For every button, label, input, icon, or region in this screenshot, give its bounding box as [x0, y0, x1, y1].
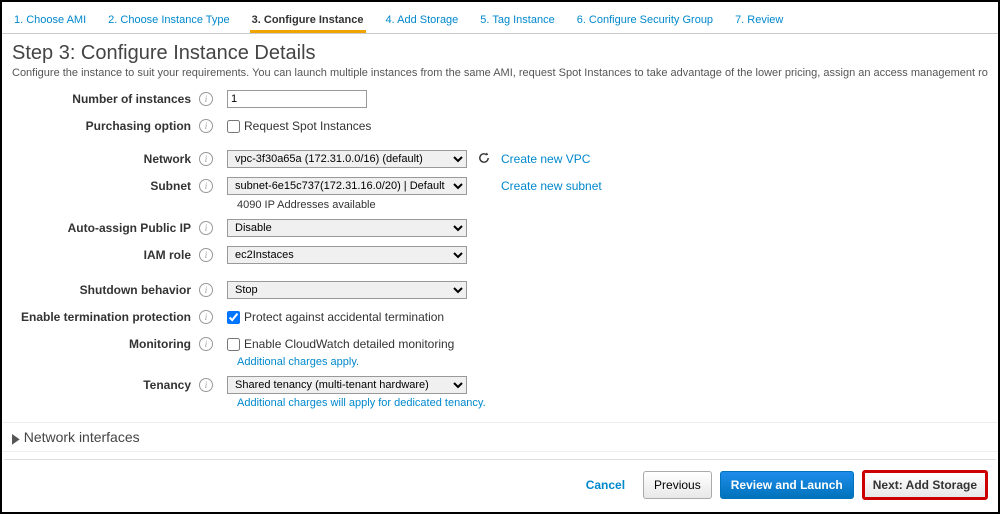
iamrole-select[interactable]: ec2Instaces — [227, 246, 467, 264]
next-add-storage-button[interactable]: Next: Add Storage — [862, 470, 988, 500]
subnet-label: Subnet — [12, 179, 197, 193]
iamrole-label: IAM role — [12, 248, 197, 262]
shutdown-select[interactable]: Stop — [227, 281, 467, 299]
instances-label: Number of instances — [12, 92, 197, 106]
info-icon[interactable]: i — [199, 283, 213, 297]
tab-tag-instance[interactable]: 5. Tag Instance — [478, 10, 556, 33]
termprot-label: Enable termination protection — [12, 310, 197, 324]
form-area: Number of instances i Purchasing option … — [2, 81, 998, 422]
monitoring-note[interactable]: Additional charges apply. — [237, 356, 988, 368]
tenancy-label: Tenancy — [12, 378, 197, 392]
previous-button[interactable]: Previous — [643, 471, 712, 499]
tab-choose-instance-type[interactable]: 2. Choose Instance Type — [106, 10, 232, 33]
create-vpc-link[interactable]: Create new VPC — [501, 152, 590, 166]
footer: Cancel Previous Review and Launch Next: … — [4, 459, 996, 510]
tenancy-note[interactable]: Additional charges will apply for dedica… — [237, 397, 988, 409]
info-icon[interactable]: i — [199, 248, 213, 262]
wizard-tabs: 1. Choose AMI 2. Choose Instance Type 3.… — [2, 2, 998, 34]
spot-checkbox[interactable] — [227, 120, 240, 133]
purchasing-label: Purchasing option — [12, 119, 197, 133]
info-icon[interactable]: i — [199, 179, 213, 193]
instances-input[interactable] — [227, 90, 367, 108]
network-label: Network — [12, 152, 197, 166]
shutdown-label: Shutdown behavior — [12, 283, 197, 297]
tab-configure-instance[interactable]: 3. Configure Instance — [250, 10, 366, 33]
tab-choose-ami[interactable]: 1. Choose AMI — [12, 10, 88, 33]
cancel-button[interactable]: Cancel — [576, 472, 635, 498]
info-icon[interactable]: i — [199, 92, 213, 106]
tab-add-storage[interactable]: 4. Add Storage — [384, 10, 461, 33]
termination-checkbox-label: Protect against accidental termination — [244, 310, 444, 324]
page-subtitle: Configure the instance to suit your requ… — [12, 67, 988, 79]
caret-right-icon: ▶ — [12, 432, 20, 447]
info-icon[interactable]: i — [199, 152, 213, 166]
info-icon[interactable]: i — [199, 119, 213, 133]
title-block: Step 3: Configure Instance Details Confi… — [2, 34, 998, 81]
publicip-select[interactable]: Disable — [227, 219, 467, 237]
termination-checkbox[interactable] — [227, 311, 240, 324]
subnet-select[interactable]: subnet-6e15c737(172.31.16.0/20) | Defaul… — [227, 177, 467, 195]
network-select[interactable]: vpc-3f30a65a (172.31.0.0/16) (default) — [227, 150, 467, 168]
info-icon[interactable]: i — [199, 337, 213, 351]
monitoring-checkbox-label: Enable CloudWatch detailed monitoring — [244, 337, 454, 351]
review-launch-button[interactable]: Review and Launch — [720, 471, 854, 499]
info-icon[interactable]: i — [199, 378, 213, 392]
subnet-note: 4090 IP Addresses available — [237, 199, 988, 211]
info-icon[interactable]: i — [199, 310, 213, 324]
monitoring-checkbox[interactable] — [227, 338, 240, 351]
info-icon[interactable]: i — [199, 221, 213, 235]
refresh-icon[interactable] — [477, 151, 491, 168]
expando-network-interfaces[interactable]: ▶ Network interfaces — [2, 422, 998, 451]
create-subnet-link[interactable]: Create new subnet — [501, 179, 602, 193]
spot-checkbox-label: Request Spot Instances — [244, 119, 371, 133]
tenancy-select[interactable]: Shared tenancy (multi-tenant hardware) — [227, 376, 467, 394]
tab-configure-security-group[interactable]: 6. Configure Security Group — [575, 10, 715, 33]
page-title: Step 3: Configure Instance Details — [12, 42, 988, 65]
expando-label: Network interfaces — [24, 429, 140, 445]
publicip-label: Auto-assign Public IP — [12, 221, 197, 235]
tab-review[interactable]: 7. Review — [733, 10, 785, 33]
monitoring-label: Monitoring — [12, 337, 197, 351]
